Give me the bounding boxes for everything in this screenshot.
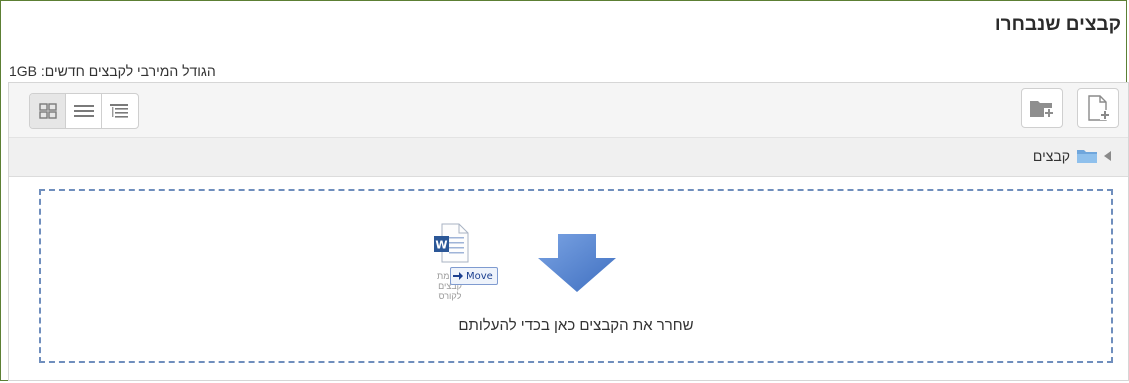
move-tooltip-label: Move [466,270,493,282]
list-view-button[interactable] [66,94,102,128]
list-icon [73,105,94,117]
tree-view-button[interactable] [102,94,138,128]
path-bar: קבצים [9,138,1128,177]
arrow-right-icon [453,272,463,280]
word-document-icon: W [434,223,469,263]
page-title: קבצים שנבחרו [994,14,1121,35]
add-file-icon [1088,95,1110,121]
drop-zone[interactable]: W רשימת קבצים לקורס Move שחרר את הקבצים … [39,189,1113,363]
view-mode-group [29,93,139,129]
triangle-left-icon [1104,151,1111,161]
folder-icon [1077,150,1097,163]
svg-text:W: W [435,239,447,252]
file-manager: קבצים W רשימת קבצים לקורס Move [8,82,1129,381]
create-folder-button[interactable] [1021,88,1063,128]
create-folder-icon [1030,101,1054,118]
path-root-link[interactable]: קבצים [1033,148,1070,164]
icons-view-button[interactable] [30,94,66,128]
move-tooltip: Move [450,267,498,285]
file-manager-toolbar [9,83,1128,138]
dragged-file: W רשימת קבצים לקורס Move [426,223,506,313]
max-size-label: הגודל המירבי לקבצים חדשים: 1GB [9,63,216,79]
grid-icon [38,103,57,119]
drop-instructions: שחרר את הקבצים כאן בכדי להעלותם [458,317,694,334]
breadcrumb: קבצים [1033,148,1112,164]
upload-arrow-icon [538,234,616,292]
add-file-button[interactable] [1077,88,1119,128]
tree-icon [110,104,128,118]
